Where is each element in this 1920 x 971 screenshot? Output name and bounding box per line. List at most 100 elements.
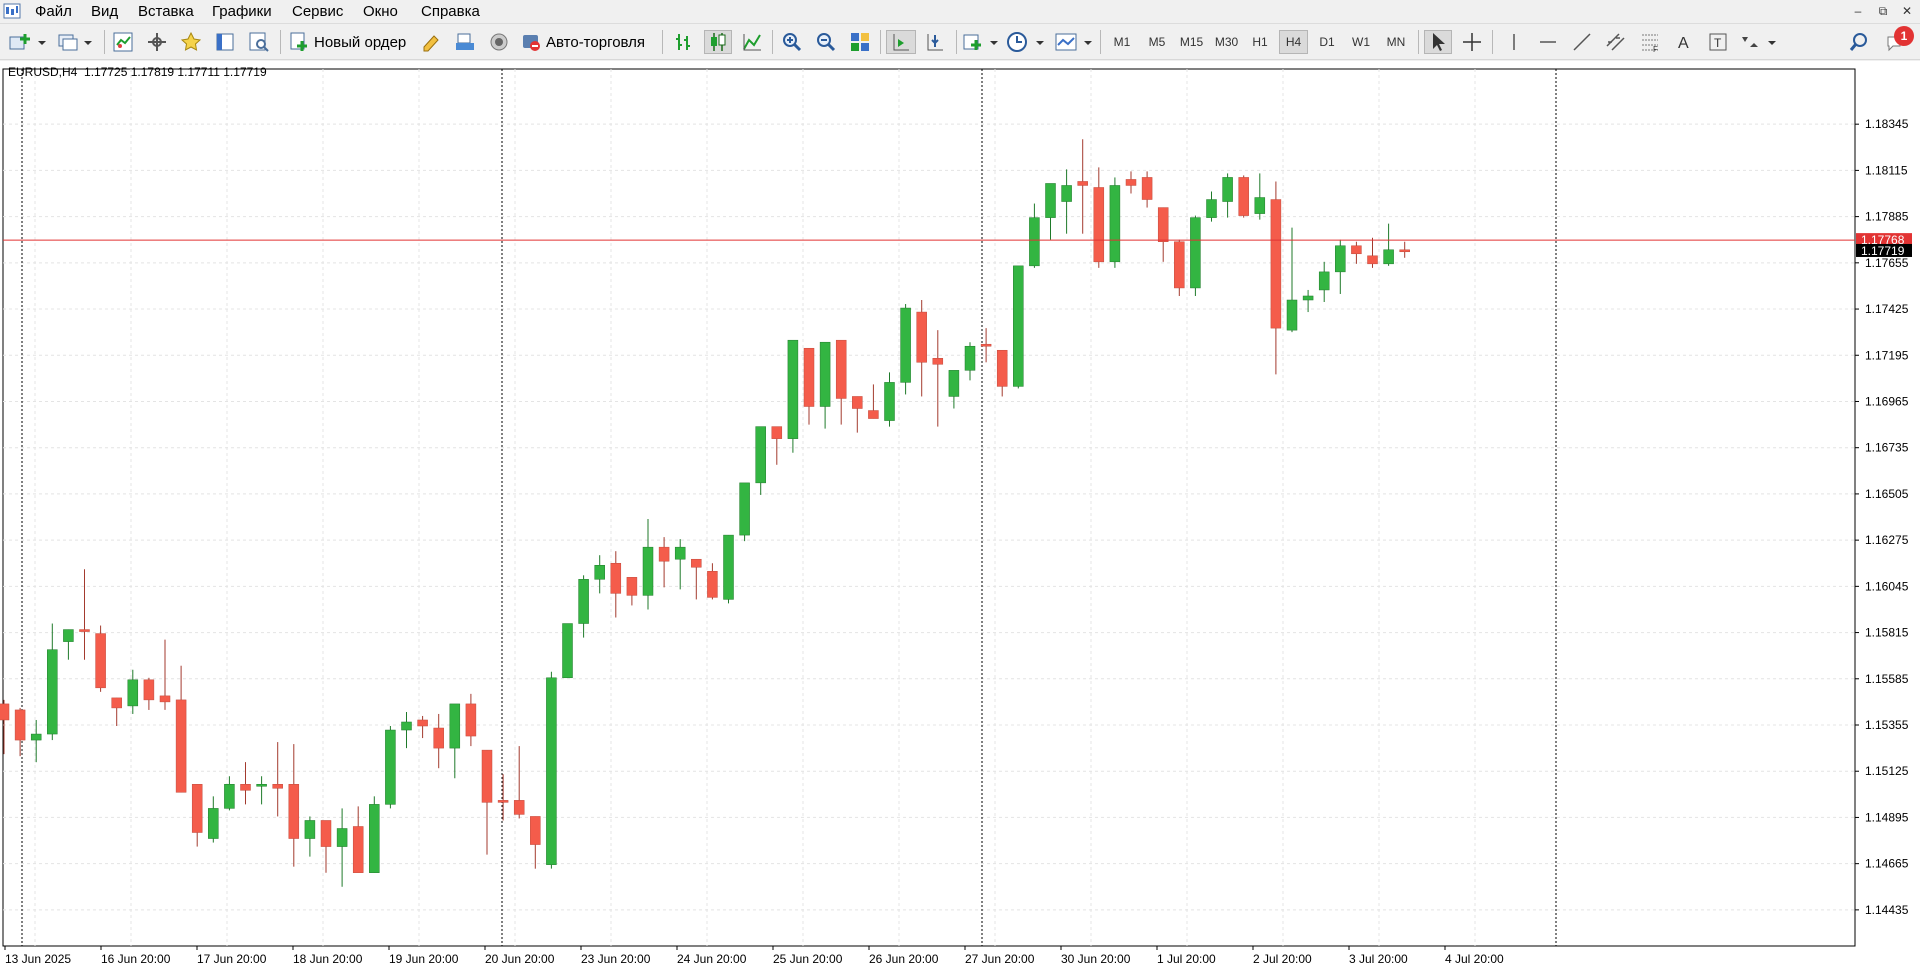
horizontal-line-button[interactable]: [1534, 30, 1562, 54]
zoom-out-icon: [817, 33, 836, 52]
minimize-button[interactable]: –: [1847, 2, 1869, 20]
menu-window[interactable]: Окно: [361, 2, 400, 21]
autoscroll-icon: [927, 34, 943, 51]
candle-body: [127, 679, 139, 707]
profiles-button[interactable]: [56, 30, 94, 54]
market-watch-icon: [113, 32, 133, 52]
candlestick-button[interactable]: [704, 30, 732, 54]
candle-body: [208, 808, 219, 839]
price-tick-label: 1.15815: [1865, 626, 1909, 640]
signals-button[interactable]: [486, 30, 512, 54]
candle-body: [1302, 295, 1314, 301]
trend-line-button[interactable]: [1568, 30, 1596, 54]
candle-body: [819, 341, 831, 407]
candle-body: [1270, 199, 1282, 329]
menu-charts[interactable]: Графики: [210, 2, 274, 21]
tile-windows-button[interactable]: [846, 30, 874, 54]
candle-body: [369, 804, 380, 873]
candle-body: [1383, 249, 1394, 265]
price-tick-label: 1.15355: [1865, 718, 1909, 732]
fibonacci-button[interactable]: F: [1636, 30, 1664, 54]
close-button[interactable]: ✕: [1896, 2, 1918, 20]
chart-shift-button[interactable]: [886, 30, 916, 54]
timeframe-m5[interactable]: M5: [1142, 30, 1172, 54]
search-button[interactable]: [1846, 30, 1872, 54]
new-order-label: Новый ордер: [314, 33, 407, 51]
auto-trading-button[interactable]: Авто-торговля: [520, 30, 654, 54]
candle-body: [707, 571, 718, 598]
candle-body: [1045, 183, 1056, 218]
timeframe-h4[interactable]: H4: [1279, 30, 1308, 54]
strategy-tester-icon: [249, 32, 269, 52]
cursor-button[interactable]: [1424, 30, 1452, 54]
candle-body: [79, 629, 90, 632]
zoom-out-button[interactable]: [812, 30, 840, 54]
horizontal-line-icon: [1540, 41, 1556, 43]
candle-body: [1141, 177, 1153, 200]
timeframe-m15[interactable]: M15: [1175, 30, 1208, 54]
zoom-in-button[interactable]: [778, 30, 806, 54]
metaeditor-button[interactable]: [418, 30, 444, 54]
timeframe-d1[interactable]: D1: [1313, 30, 1341, 54]
periods-icon: [1007, 32, 1044, 52]
candle-body: [1335, 245, 1346, 273]
price-tick-label: 1.16505: [1865, 487, 1909, 501]
market-watch-button[interactable]: [110, 30, 136, 54]
timeframe-mn[interactable]: MN: [1380, 30, 1412, 54]
new-chart-button[interactable]: [8, 30, 46, 54]
data-window-button[interactable]: [144, 30, 170, 54]
notifications-button[interactable]: 1: [1878, 26, 1914, 54]
menu-view[interactable]: Вид: [89, 2, 120, 21]
candle-body: [1351, 245, 1362, 255]
bar-chart-icon: [676, 34, 690, 50]
auto-trading-label: Авто-торговля: [546, 33, 646, 51]
candle-body: [1254, 197, 1266, 214]
candle-body: [1367, 255, 1378, 265]
search-icon: [1849, 33, 1867, 51]
svg-text:A: A: [1678, 35, 1689, 52]
chart-canvas[interactable]: 1.183451.181151.178851.176551.174251.171…: [0, 61, 1920, 971]
periods-button[interactable]: [1006, 30, 1046, 54]
templates-button[interactable]: [1054, 30, 1094, 54]
market-button[interactable]: [452, 30, 478, 54]
menu-help[interactable]: Справка: [419, 2, 482, 21]
data-window-icon: [148, 33, 166, 51]
line-chart-button[interactable]: [738, 30, 766, 54]
bar-chart-button[interactable]: [670, 30, 698, 54]
strategy-tester-button[interactable]: [246, 30, 272, 54]
crosshair-button[interactable]: [1458, 30, 1486, 54]
price-tick-label: 1.17195: [1865, 348, 1909, 362]
candle-body: [288, 784, 300, 839]
candle-body: [111, 697, 122, 709]
timeframe-h1[interactable]: H1: [1246, 30, 1274, 54]
timeframe-m30[interactable]: M30: [1210, 30, 1243, 54]
new-order-button[interactable]: Новый ордер: [288, 30, 412, 54]
time-tick-label: 27 Jun 20:00: [965, 952, 1035, 966]
terminal-button[interactable]: [212, 30, 238, 54]
candle-body: [272, 784, 283, 789]
text-button[interactable]: A: [1670, 30, 1698, 54]
restore-button[interactable]: ⧉: [1872, 2, 1894, 20]
app-logo-icon[interactable]: [3, 3, 21, 19]
arrows-button[interactable]: [1738, 30, 1778, 54]
menu-insert[interactable]: Вставка: [136, 2, 196, 21]
equidistant-channel-button[interactable]: [1602, 30, 1630, 54]
candle-body: [1238, 177, 1249, 216]
candle-body: [159, 695, 171, 703]
autoscroll-button[interactable]: [920, 30, 950, 54]
indicators-button[interactable]: [962, 30, 1000, 54]
menu-file[interactable]: Файл: [33, 2, 74, 21]
candle-body: [948, 370, 960, 397]
text-label-button[interactable]: T: [1704, 30, 1732, 54]
time-tick-label: 16 Jun 20:00: [101, 952, 171, 966]
candle-body: [787, 339, 799, 439]
timeframe-m1[interactable]: M1: [1107, 30, 1137, 54]
fibonacci-icon: F: [1642, 34, 1658, 53]
line-chart-icon: [743, 34, 761, 51]
navigator-button[interactable]: [178, 30, 204, 54]
timeframe-w1[interactable]: W1: [1346, 30, 1376, 54]
candle-body: [143, 679, 155, 701]
menu-tools[interactable]: Сервис: [290, 2, 345, 21]
chart-window[interactable]: 1.18345 1.18115 1.17885 1.17655 1.17425 1.171…: [0, 61, 1920, 971]
vertical-line-button[interactable]: [1500, 30, 1528, 54]
